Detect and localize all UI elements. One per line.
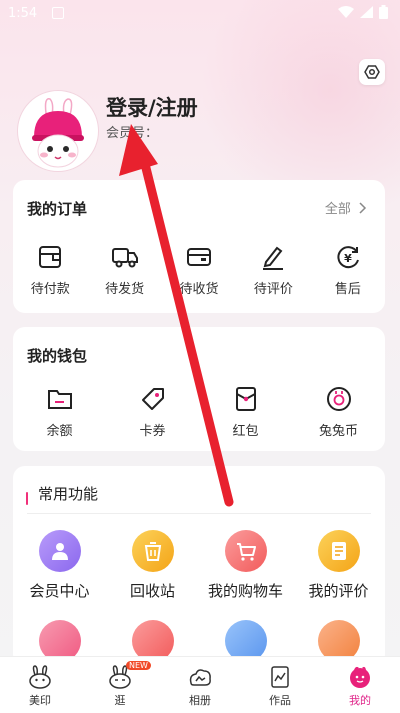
divider <box>27 513 371 514</box>
recycle-bin-icon <box>144 542 161 561</box>
order-item-label: 待发货 <box>105 282 145 297</box>
wallet-item-label: 余额 <box>46 424 73 439</box>
tab-meiyin[interactable]: 美印 <box>0 657 80 713</box>
tab-works[interactable]: 作品 <box>240 657 320 713</box>
avatar[interactable] <box>18 91 98 171</box>
works-icon <box>271 666 289 688</box>
order-pending-receipt[interactable]: 待收货 <box>162 242 236 297</box>
wallet-item-label: 红包 <box>232 424 259 439</box>
mine-icon <box>350 666 370 688</box>
functions-title: 常用功能 <box>38 485 99 503</box>
wallet-item-label: 兔兔币 <box>318 424 358 439</box>
notification-icon <box>52 7 64 19</box>
functions-card: 常用功能 会员中心 回收站 我的购物车 我的评价 <box>13 466 385 666</box>
order-item-label: 售后 <box>334 282 361 297</box>
wallet-icon <box>39 246 62 268</box>
order-item-label: 待收货 <box>179 282 219 297</box>
battery-icon <box>379 5 388 19</box>
truck-icon <box>111 248 138 268</box>
settings-icon <box>364 65 380 79</box>
orders-title: 我的订单 <box>27 200 88 218</box>
box-icon <box>187 248 212 266</box>
login-register-link[interactable]: 登录/注册 <box>106 92 198 122</box>
wallet-title: 我的钱包 <box>27 347 88 365</box>
member-number-label: 会员号： <box>106 126 159 141</box>
tab-browse[interactable]: NEW 逛 <box>80 657 160 713</box>
wallet-item-label: 卡券 <box>139 424 166 439</box>
folder-icon <box>47 390 72 409</box>
pen-icon <box>263 246 284 270</box>
settings-button[interactable] <box>359 59 385 85</box>
wallet-coupons[interactable]: 卡券 <box>106 384 199 439</box>
order-pending-payment[interactable]: 待付款 <box>13 242 87 297</box>
order-pending-shipment[interactable]: 待发货 <box>87 242 161 297</box>
function-item-label: 我的评价 <box>308 582 369 600</box>
wallet-bunny-coins[interactable]: 兔兔币 <box>292 384 385 439</box>
wifi-icon <box>338 6 354 18</box>
tab-album[interactable]: 相册 <box>160 657 240 713</box>
chevron-right-icon <box>359 202 367 214</box>
bunny-icon <box>29 665 51 689</box>
tab-label: 美印 <box>29 694 51 707</box>
orders-all-link[interactable]: 全部 <box>325 198 367 217</box>
tab-label: 我的 <box>349 694 371 707</box>
wallet-card: 我的钱包 余额 卡券 红包 兔兔币 <box>13 327 385 451</box>
tab-label: 作品 <box>269 694 291 707</box>
function-item-label: 我的购物车 <box>207 582 283 600</box>
order-pending-review[interactable]: 待评价 <box>236 242 310 297</box>
status-bar: 1:54 <box>0 0 400 28</box>
wallet-balance[interactable]: 余额 <box>13 384 106 439</box>
function-member-center[interactable]: 会员中心 <box>13 530 106 601</box>
function-item-label: 回收站 <box>129 582 175 600</box>
status-time: 1:54 <box>8 6 38 21</box>
album-icon <box>189 669 211 686</box>
function-item-label: 会员中心 <box>29 582 90 600</box>
order-item-label: 待付款 <box>30 282 70 297</box>
cart-icon <box>236 543 256 561</box>
orders-all-label: 全部 <box>324 202 351 217</box>
order-item-label: 待评价 <box>253 282 293 297</box>
wallet-red-packet[interactable]: 红包 <box>199 384 292 439</box>
bottom-tab-bar: 美印 NEW 逛 相册 作品 我的 <box>0 656 400 713</box>
section-marker <box>26 492 28 505</box>
new-badge: NEW <box>126 661 151 670</box>
tab-mine[interactable]: 我的 <box>320 657 400 713</box>
signal-icon <box>360 6 373 18</box>
tab-label: 逛 <box>114 694 126 707</box>
function-recycle-bin[interactable]: 回收站 <box>106 530 199 601</box>
order-after-sales[interactable]: ¥ 售后 <box>311 242 385 297</box>
function-shopping-cart[interactable]: 我的购物车 <box>199 530 292 601</box>
orders-card: 我的订单 全部 待付款 待发货 待收货 待评价 ¥ 售后 <box>13 180 385 313</box>
tag-icon <box>141 388 164 410</box>
svg-text:¥: ¥ <box>344 252 352 265</box>
coin-icon <box>326 387 351 411</box>
bunny-avatar-icon <box>20 93 96 169</box>
tab-label: 相册 <box>189 694 211 707</box>
review-icon <box>331 542 346 560</box>
member-icon <box>51 543 68 560</box>
refund-icon: ¥ <box>337 246 359 269</box>
red-packet-icon <box>235 387 256 411</box>
function-my-reviews[interactable]: 我的评价 <box>292 530 385 601</box>
